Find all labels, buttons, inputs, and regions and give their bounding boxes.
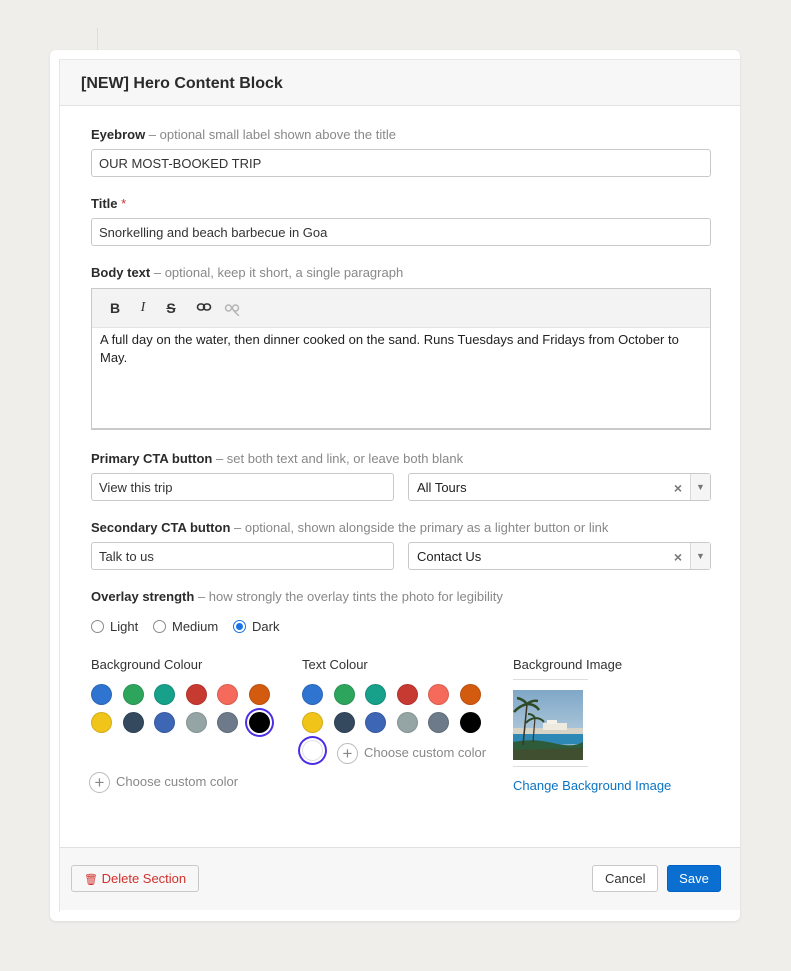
select-value: Contact Us <box>417 549 482 564</box>
color-swatch[interactable] <box>302 712 323 733</box>
secondary-cta-text-input[interactable] <box>91 542 394 570</box>
delete-section-button[interactable]: 🗑 Delete Section <box>71 865 200 892</box>
color-swatch[interactable] <box>91 684 112 705</box>
radio-medium[interactable] <box>153 620 166 633</box>
link-icon[interactable] <box>195 299 213 317</box>
bold-button[interactable]: B <box>106 299 124 317</box>
background-image-label: Background Image <box>513 657 623 672</box>
modal: [NEW] Hero Content Block Eyebrow – optio… <box>50 50 740 921</box>
color-swatch[interactable] <box>217 712 238 733</box>
modal-header: [NEW] Hero Content Block <box>60 59 740 106</box>
italic-button[interactable]: I <box>134 299 152 317</box>
chevron-down-icon[interactable]: ▼ <box>690 543 710 569</box>
overlay-option-light[interactable]: Light <box>91 619 138 634</box>
color-swatch[interactable] <box>459 712 481 733</box>
secondary-cta-link-select[interactable]: Contact Us × ▼ <box>408 542 711 570</box>
color-swatch[interactable] <box>154 712 175 733</box>
editor-toolbar: B I S <box>92 289 710 328</box>
modal-content: [NEW] Hero Content Block Eyebrow – optio… <box>59 59 740 912</box>
color-swatch[interactable] <box>91 712 112 733</box>
color-swatch[interactable] <box>122 684 144 705</box>
color-swatch[interactable] <box>365 684 386 705</box>
cancel-button[interactable]: Cancel <box>592 865 659 892</box>
body-text-label: Body text – optional, keep it short, a s… <box>91 265 404 280</box>
text-colour-label: Text Colour <box>302 657 368 672</box>
plus-icon[interactable]: + <box>337 743 358 764</box>
background-colour-label: Background Colour <box>91 657 203 672</box>
modal-title: [NEW] Hero Content Block <box>81 75 283 92</box>
background-image-frame <box>513 679 588 767</box>
color-swatch[interactable] <box>302 740 323 761</box>
overlay-label: Overlay strength – how strongly the over… <box>91 589 503 604</box>
color-swatch[interactable] <box>302 684 323 705</box>
overlay-option-dark[interactable]: Dark <box>233 619 279 634</box>
primary-cta-link-select[interactable]: All Tours × ▼ <box>408 473 711 501</box>
color-swatch[interactable] <box>217 684 238 705</box>
select-value: All Tours <box>417 480 467 495</box>
color-swatch[interactable] <box>459 684 481 705</box>
color-swatch[interactable] <box>122 712 144 733</box>
color-swatch[interactable] <box>396 684 418 705</box>
color-swatch[interactable] <box>185 684 207 705</box>
strikethrough-button[interactable]: S <box>162 299 180 317</box>
primary-cta-text-input[interactable] <box>91 473 394 501</box>
editor-content[interactable]: A full day on the water, then dinner coo… <box>92 328 710 370</box>
eyebrow-label: Eyebrow – optional small label shown abo… <box>91 127 396 142</box>
save-button[interactable]: Save <box>667 865 721 892</box>
modal-footer: 🗑 Delete Section Cancel Save <box>60 847 740 910</box>
color-swatch[interactable] <box>365 712 386 733</box>
background-image-thumbnail[interactable] <box>513 690 583 760</box>
overlay-option-medium[interactable]: Medium <box>153 619 218 634</box>
plus-icon[interactable]: + <box>89 772 110 793</box>
background-custom-color[interactable]: + Choose custom color <box>89 772 238 793</box>
clear-icon[interactable]: × <box>674 480 682 496</box>
secondary-cta-label: Secondary CTA button – optional, shown a… <box>91 520 609 535</box>
color-swatch[interactable] <box>333 684 355 705</box>
title-input[interactable] <box>91 218 711 246</box>
color-swatch[interactable] <box>333 712 355 733</box>
title-label: Title * <box>91 196 127 211</box>
text-custom-color[interactable]: + Choose custom color <box>337 743 486 764</box>
color-swatch[interactable] <box>428 684 449 705</box>
radio-light[interactable] <box>91 620 104 633</box>
color-swatch[interactable] <box>154 684 175 705</box>
radio-dark[interactable] <box>233 620 246 633</box>
color-swatch[interactable] <box>428 712 449 733</box>
unlink-icon[interactable] <box>223 299 241 317</box>
eyebrow-input[interactable] <box>91 149 711 177</box>
color-swatch[interactable] <box>248 684 270 705</box>
color-swatch[interactable] <box>248 712 270 733</box>
chevron-down-icon[interactable]: ▼ <box>690 474 710 500</box>
required-mark: * <box>121 196 127 211</box>
trash-icon: 🗑 <box>84 874 98 886</box>
primary-cta-label: Primary CTA button – set both text and l… <box>91 451 464 466</box>
clear-icon[interactable]: × <box>674 549 682 565</box>
color-swatch[interactable] <box>185 712 207 733</box>
body-text-editor: B I S A full day on the water, then dinn… <box>91 288 711 430</box>
color-swatch[interactable] <box>396 712 418 733</box>
change-background-image-link[interactable]: Change Background Image <box>513 778 671 793</box>
